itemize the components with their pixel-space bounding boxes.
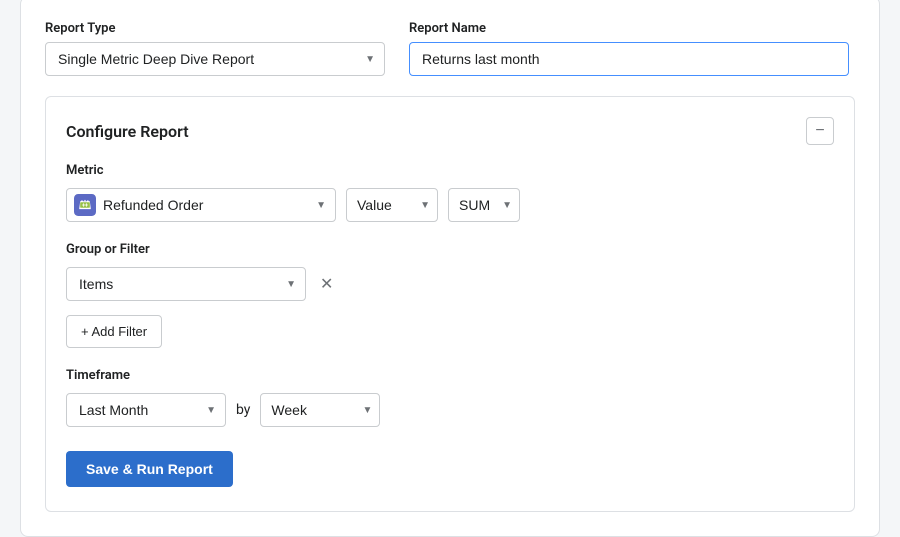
timeframe-row: Last Month Last Week Last Quarter Last Y…	[66, 393, 834, 427]
report-type-select-wrapper: Single Metric Deep Dive Report Multi Met…	[45, 42, 385, 76]
group-filter-label: Group or Filter	[66, 242, 834, 257]
report-type-select[interactable]: Single Metric Deep Dive Report Multi Met…	[45, 42, 385, 76]
report-builder-container: Report Type Single Metric Deep Dive Repo…	[20, 0, 880, 537]
value-select-wrapper: Value Count Average ▼	[346, 188, 438, 222]
week-select[interactable]: Week Day Month	[260, 393, 380, 427]
save-run-button[interactable]: Save & Run Report	[66, 451, 233, 487]
report-name-input[interactable]	[409, 42, 849, 76]
agg-select-wrapper: SUM AVG MAX MIN ▼	[448, 188, 520, 222]
group-filter-row: Items Product Category Customer ▼ ✕	[66, 267, 834, 301]
group-filter-select[interactable]: Items Product Category Customer	[66, 267, 306, 301]
timeframe-label: Timeframe	[66, 368, 834, 383]
agg-select[interactable]: SUM AVG MAX MIN	[448, 188, 520, 222]
save-run-label: Save & Run Report	[86, 461, 213, 477]
remove-filter-button[interactable]: ✕	[316, 270, 337, 298]
timeframe-select[interactable]: Last Month Last Week Last Quarter Last Y…	[66, 393, 226, 427]
add-filter-button[interactable]: + Add Filter	[66, 315, 162, 348]
timeframe-select-wrapper: Last Month Last Week Last Quarter Last Y…	[66, 393, 226, 427]
configure-section: Configure Report − Metric Refun	[45, 96, 855, 512]
by-label: by	[236, 402, 250, 418]
collapse-button[interactable]: −	[806, 117, 834, 145]
report-type-label: Report Type	[45, 21, 385, 36]
week-select-wrapper: Week Day Month ▼	[260, 393, 380, 427]
top-row: Report Type Single Metric Deep Dive Repo…	[45, 21, 855, 76]
minus-icon: −	[815, 123, 824, 139]
close-icon: ✕	[320, 274, 333, 294]
add-filter-label: + Add Filter	[81, 324, 147, 339]
configure-header: Configure Report −	[66, 117, 834, 145]
metric-select[interactable]: Refunded Order Orders Revenue	[66, 188, 336, 222]
report-name-label: Report Name	[409, 21, 855, 36]
metric-dropdown-wrapper: Refunded Order Orders Revenue ▼	[66, 188, 336, 222]
configure-title: Configure Report	[66, 122, 189, 141]
report-name-group: Report Name	[409, 21, 855, 76]
group-filter-select-wrapper: Items Product Category Customer ▼	[66, 267, 306, 301]
metric-label: Metric	[66, 163, 834, 178]
metric-row: Refunded Order Orders Revenue ▼ Value Co…	[66, 188, 834, 222]
value-select[interactable]: Value Count Average	[346, 188, 438, 222]
report-type-group: Report Type Single Metric Deep Dive Repo…	[45, 21, 385, 76]
